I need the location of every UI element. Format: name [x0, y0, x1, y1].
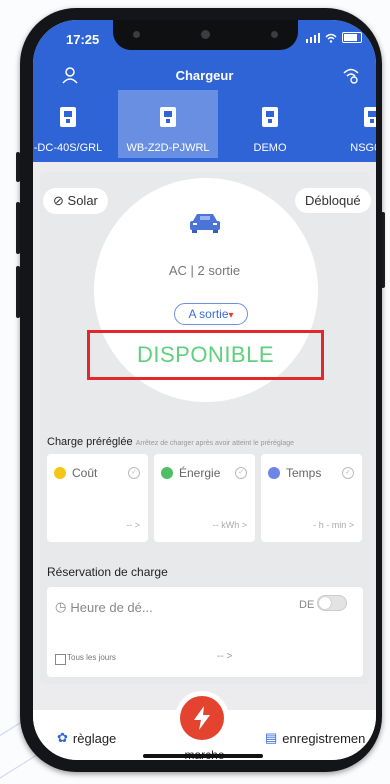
de-label: DE — [299, 599, 315, 611]
check-icon[interactable]: ✓ — [342, 467, 354, 479]
preset-card-header: Énergie — [161, 466, 220, 480]
page-background: 17:25 Chargeur -DC-40S/GRL WB-Z2D-PJWRL … — [0, 0, 390, 784]
app-header: 17:25 Chargeur -DC-40S/GRL WB-Z2D-PJWRL … — [33, 20, 376, 162]
lock-status-label: Débloqué — [305, 193, 361, 208]
connector-info: AC | 2 sortie — [168, 263, 241, 278]
charger-tab-label: NSG0B4 — [350, 142, 376, 154]
status-indicators — [306, 32, 362, 43]
outlet-select-label: A sortie — [188, 307, 229, 321]
preset-card-value: - h - min > — [313, 520, 354, 530]
every-day-checkbox[interactable] — [55, 654, 66, 665]
status-time: 17:25 — [66, 32, 100, 47]
check-icon[interactable]: ✓ — [128, 467, 140, 479]
preset-card-label: Énergie — [179, 466, 221, 480]
settings-tab-label: règlage — [72, 730, 117, 746]
outlet-select[interactable]: A sortie▾ — [174, 303, 248, 325]
chevron-down-icon: ▾ — [228, 310, 234, 321]
preset-section-title: Charge préréglée Arrêtez de charger aprè… — [47, 436, 294, 448]
preset-card-time[interactable]: Temps ✓ - h - min > — [261, 454, 362, 542]
preset-card-label: Temps — [286, 466, 322, 480]
preset-card-value: -- > — [126, 520, 140, 530]
sensor-icon — [271, 31, 278, 38]
start-time-label: Heure de dé... — [70, 599, 153, 615]
solar-mode-label: Solar — [67, 193, 98, 208]
energy-icon — [161, 467, 173, 479]
app-screen: 17:25 Chargeur -DC-40S/GRL WB-Z2D-PJWRL … — [33, 20, 376, 760]
highlight-box — [87, 330, 324, 380]
preset-card-header: Temps — [268, 466, 321, 480]
home-indicator — [143, 754, 263, 758]
preset-card-cost[interactable]: Coût ✓ -- > — [47, 454, 148, 542]
charger-tab-label: WB-Z2D-PJWRL — [126, 142, 210, 154]
block-icon: ⊘ — [53, 193, 64, 208]
records-tab[interactable]: ▤ enregistremen — [265, 730, 365, 746]
charger-tab[interactable]: NSG0B4 — [322, 90, 376, 158]
charger-tab-selected[interactable]: WB-Z2D-PJWRL — [118, 90, 218, 158]
battery-icon — [342, 32, 362, 43]
preset-card-value: -- kWh > — [212, 520, 247, 530]
reservation-title: Réservation de charge — [47, 565, 168, 579]
preset-card-label: Coût — [72, 466, 98, 480]
document-icon: ▤ — [265, 730, 278, 745]
charger-list[interactable]: -DC-40S/GRL WB-Z2D-PJWRL DEMO NSG0B4 — [33, 90, 376, 158]
reservation-time-value[interactable]: -- > — [217, 651, 232, 662]
camera-icon — [201, 30, 210, 39]
clock-icon — [268, 467, 280, 479]
lock-status-button[interactable]: Débloqué — [295, 188, 371, 213]
settings-tab[interactable]: ✿ règlage — [57, 730, 116, 746]
car-icon — [190, 214, 220, 233]
charger-tab-label: -DC-40S/GRL — [33, 142, 103, 154]
every-day-label: Tous les jours — [67, 653, 116, 662]
start-charge-button[interactable] — [180, 696, 224, 740]
preset-card-header: Coût — [54, 466, 97, 480]
reservation-toggle[interactable] — [317, 595, 347, 611]
preset-hint: Arrêtez de charger après avoir atteint l… — [135, 440, 295, 447]
sensor-icon — [133, 31, 140, 38]
charger-icon — [60, 107, 76, 127]
coin-icon — [54, 467, 66, 479]
charger-icon — [160, 107, 176, 127]
charger-tab[interactable]: DEMO — [220, 90, 320, 158]
reservation-card: ◷ Heure de dé... DE Tous les jours -- > — [47, 587, 363, 677]
preset-title: Charge préréglée — [47, 436, 133, 448]
start-time-field[interactable]: ◷ Heure de dé... — [55, 599, 153, 615]
page-title: Chargeur — [175, 68, 234, 83]
records-tab-label: enregistremen — [282, 730, 366, 746]
preset-card-energy[interactable]: Énergie ✓ -- kWh > — [154, 454, 255, 542]
clock-icon: ◷ — [55, 599, 67, 614]
check-icon[interactable]: ✓ — [235, 467, 247, 479]
gear-icon: ✿ — [57, 730, 68, 745]
charger-tab-label: DEMO — [253, 142, 287, 154]
wifi-settings-icon[interactable] — [342, 66, 360, 84]
camera-notch — [113, 20, 298, 50]
charger-icon — [364, 107, 376, 127]
signal-icon — [306, 32, 320, 43]
charger-tab[interactable]: -DC-40S/GRL — [33, 90, 118, 158]
lightning-icon — [194, 706, 210, 730]
wifi-icon — [325, 33, 337, 43]
solar-mode-button[interactable]: ⊘ Solar — [43, 188, 108, 214]
charger-icon — [262, 107, 278, 127]
